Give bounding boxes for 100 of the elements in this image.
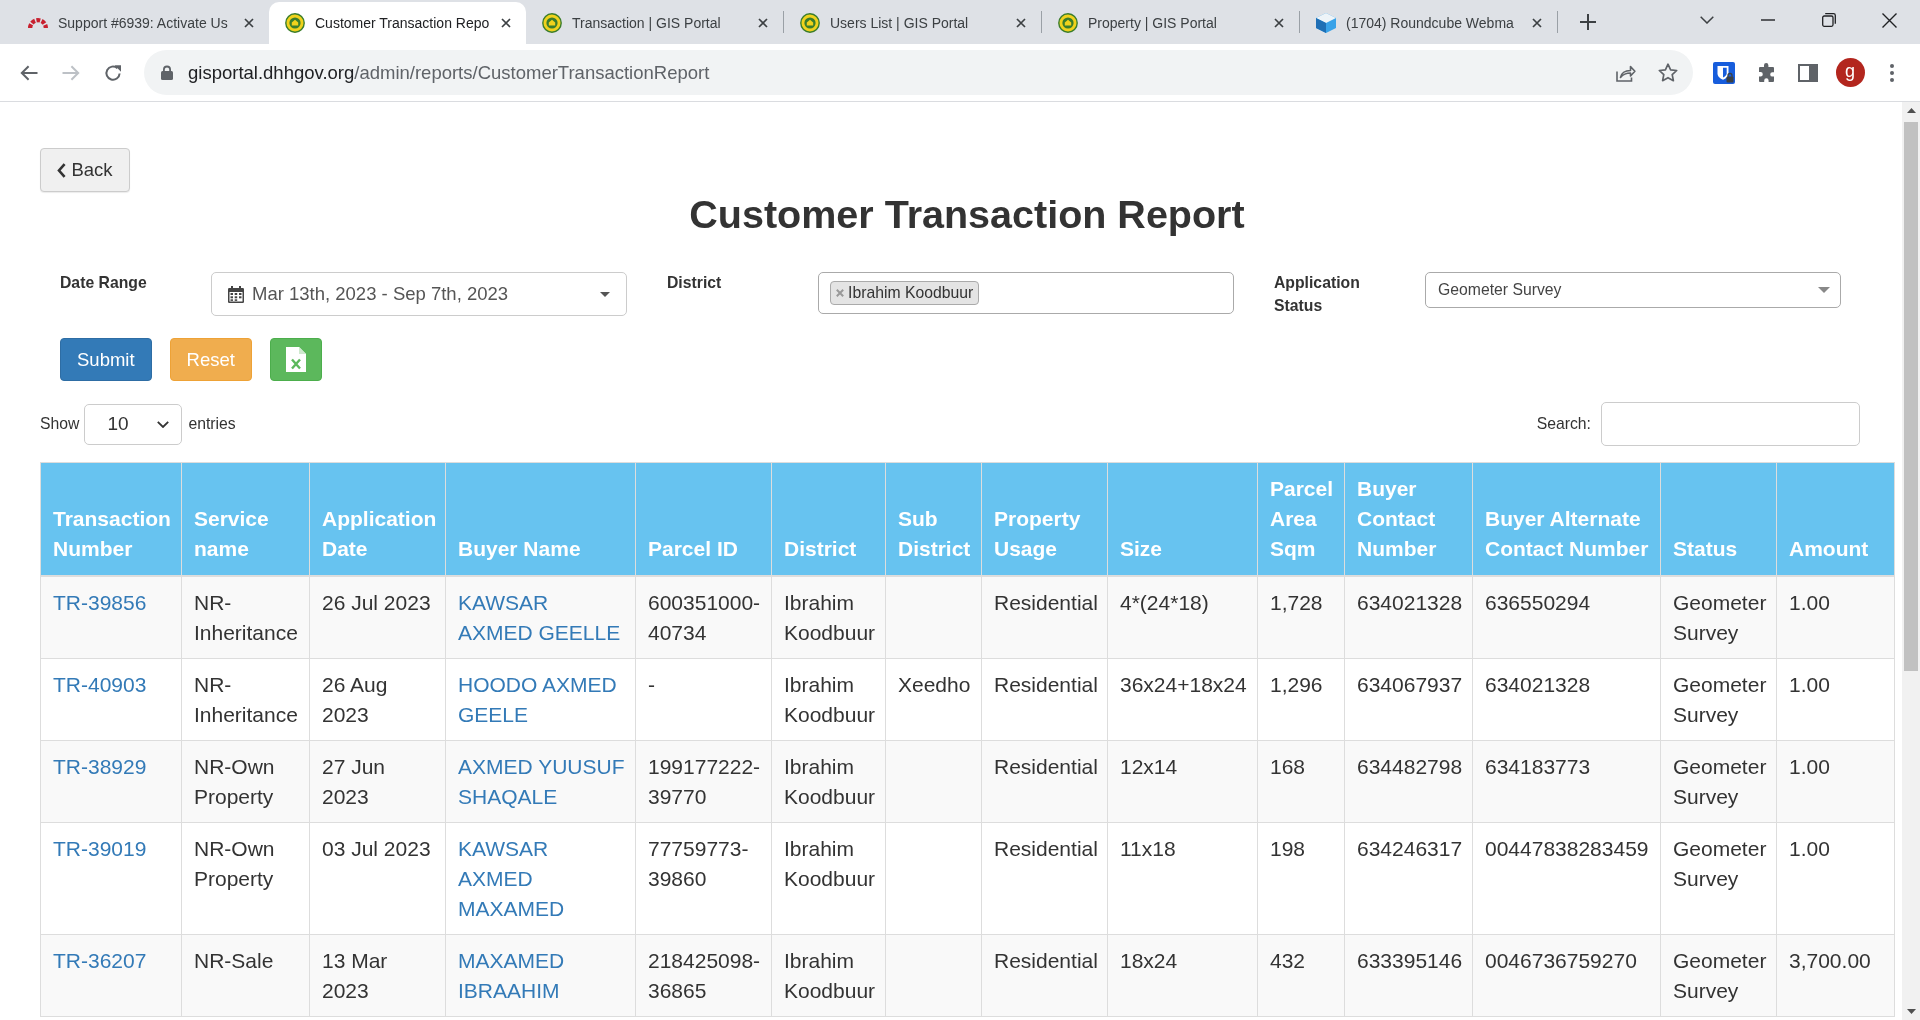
record-link[interactable]: TR-36207 <box>53 946 173 976</box>
close-icon[interactable] <box>758 18 768 28</box>
table-cell: 26 Jul 2023 <box>309 576 446 659</box>
table-cell: NR-Inheritance <box>181 658 310 741</box>
reload-icon[interactable] <box>104 63 122 82</box>
table-cell: 27 Jun 2023 <box>309 740 446 823</box>
arc-icon <box>28 18 48 28</box>
browser-tab[interactable]: (1704) Roundcube Webma <box>1300 2 1557 44</box>
column-header: Parcel Area Sqm <box>1257 462 1345 576</box>
status-select[interactable]: Geometer Survey <box>1425 272 1841 308</box>
table-cell: 18x24 <box>1107 934 1258 1017</box>
share-icon[interactable] <box>1616 63 1636 82</box>
table-cell: Ibrahim Koodbuur <box>771 576 886 659</box>
export-button[interactable] <box>269 338 322 381</box>
star-icon[interactable] <box>1658 63 1678 82</box>
date-range-field[interactable]: Mar 13th, 2023 - Sep 7th, 2023 <box>211 272 627 316</box>
submit-button[interactable]: Submit <box>60 338 152 381</box>
table-cell: Ibrahim Koodbuur <box>771 740 886 823</box>
record-link[interactable]: TR-39019 <box>53 834 173 864</box>
column-header: Property Usage <box>981 462 1108 576</box>
scrollbar-track[interactable] <box>1902 102 1920 1020</box>
table-cell: Ibrahim Koodbuur <box>771 658 886 741</box>
column-header: Size <box>1107 462 1258 576</box>
back-button[interactable]: Back <box>40 148 130 192</box>
table-cell: 634183773 <box>1472 740 1661 823</box>
record-link[interactable]: MAXAMED IBRAAHIM <box>458 946 627 1006</box>
table-cell: 634021328 <box>1472 658 1661 741</box>
table-cell: Xeedho <box>885 658 982 741</box>
column-header: Service name <box>181 462 310 576</box>
table-cell: 0046736759270 <box>1472 934 1661 1017</box>
close-icon[interactable] <box>1274 18 1284 28</box>
chevron-down-icon[interactable] <box>1700 16 1714 24</box>
table-cell: 198 <box>1257 822 1345 935</box>
table-cell: 00447838283459 <box>1472 822 1661 935</box>
browser-tab[interactable]: Support #6939: Activate Us <box>12 2 269 44</box>
shield-icon[interactable] <box>1713 61 1735 84</box>
side-panel-icon[interactable] <box>1798 63 1818 82</box>
show-label: Show <box>40 415 80 433</box>
table-cell: 4*(24*18) <box>1107 576 1258 659</box>
caret-down-icon <box>1818 287 1830 293</box>
column-header: Buyer Alternate Contact Number <box>1472 462 1661 576</box>
plus-icon[interactable] <box>1580 14 1596 30</box>
table-cell: 12x14 <box>1107 740 1258 823</box>
close-icon[interactable] <box>1532 18 1542 28</box>
record-link[interactable]: TR-38929 <box>53 752 173 782</box>
table-cell: 1,296 <box>1257 658 1345 741</box>
page-size-select[interactable]: 10 <box>84 403 183 445</box>
table-cell: Geometer Survey <box>1660 658 1777 741</box>
column-header: Buyer Contact Number <box>1344 462 1473 576</box>
table-cell: 1.00 <box>1776 822 1895 935</box>
table-cell: 1.00 <box>1776 576 1895 659</box>
browser-tab[interactable]: Property | GIS Portal <box>1042 2 1299 44</box>
record-link[interactable]: TR-39856 <box>53 588 173 618</box>
table-cell: 636550294 <box>1472 576 1661 659</box>
profile-button[interactable]: g <box>1835 58 1865 87</box>
column-header: Amount <box>1776 462 1895 576</box>
minimize-icon[interactable] <box>1760 19 1775 21</box>
restore-icon[interactable] <box>1821 13 1836 27</box>
close-icon[interactable] <box>1882 12 1897 28</box>
close-icon[interactable] <box>244 18 254 28</box>
browser-tab[interactable]: Customer Transaction Repo <box>269 2 526 44</box>
filter-label: Application Status <box>1274 273 1361 316</box>
seal-icon <box>285 13 305 33</box>
tag-select-field[interactable]: Ibrahim Koodbuur <box>818 272 1234 314</box>
scroll-down-icon[interactable] <box>1906 1009 1916 1014</box>
table-cell: 634067937 <box>1344 658 1473 741</box>
record-link[interactable]: HOODO AXMED GEELE <box>458 670 627 730</box>
record-link[interactable]: KAWSAR AXMED GEELLE <box>458 588 627 648</box>
table-cell: Geometer Survey <box>1660 740 1777 823</box>
browser-tab[interactable]: Users List | GIS Portal <box>784 2 1041 44</box>
chevron-left-icon <box>57 162 67 178</box>
scroll-up-icon[interactable] <box>1906 108 1916 113</box>
table-cell: 199177222-39770 <box>635 740 772 823</box>
seal-icon <box>800 13 820 33</box>
record-link[interactable]: KAWSAR AXMED MAXAMED <box>458 834 627 924</box>
close-icon[interactable] <box>1016 18 1026 28</box>
record-link[interactable]: TR-40903 <box>53 670 173 700</box>
search-field[interactable] <box>1601 402 1860 446</box>
browser-tab[interactable]: Transaction | GIS Portal <box>526 2 783 44</box>
table-cell: Residential <box>981 740 1108 823</box>
table-cell: Ibrahim Koodbuur <box>771 934 886 1017</box>
table-cell: NR-Own Property <box>181 822 310 935</box>
table-cell: 600351000-40734 <box>635 576 772 659</box>
puzzle-icon[interactable] <box>1756 63 1776 82</box>
table-cell: 633395146 <box>1344 934 1473 1017</box>
column-header: Status <box>1660 462 1777 576</box>
close-icon[interactable] <box>501 18 511 28</box>
menu-icon[interactable] <box>1890 63 1894 82</box>
table-cell: 36x24+18x24 <box>1107 658 1258 741</box>
address-field[interactable]: gisportal.dhhgov.org/admin/reports/CustomerTransactionReport <box>144 50 1693 95</box>
table-cell: - <box>635 658 772 741</box>
record-link[interactable]: AXMED YUUSUF SHAQALE <box>458 752 627 812</box>
back-icon[interactable] <box>20 64 38 81</box>
column-header: Transaction Number <box>40 462 182 576</box>
table-cell: Residential <box>981 934 1108 1017</box>
scrollbar-thumb[interactable] <box>1904 122 1918 671</box>
tag-text: Ibrahim Koodbuur <box>848 284 974 302</box>
column-header: Parcel ID <box>635 462 772 576</box>
table-cell: 634246317 <box>1344 822 1473 935</box>
table-cell: NR-Sale <box>181 934 310 1017</box>
